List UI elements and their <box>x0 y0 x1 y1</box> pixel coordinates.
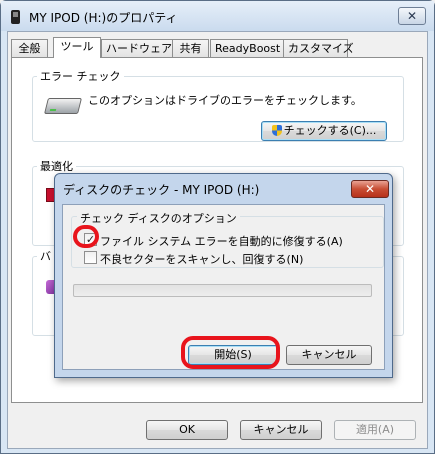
error-check-title: エラー チェック <box>37 68 124 84</box>
title-bar[interactable]: MY IPOD (H:)のプロパティ ✕ <box>1 1 434 31</box>
tab-general[interactable]: 全般 <box>11 39 48 57</box>
check-disk-dialog: ディスクのチェック - MY IPOD (H:) ✕ チェック ディスクのオプシ… <box>54 173 393 378</box>
drive-icon <box>44 98 82 114</box>
ok-button[interactable]: OK <box>146 420 228 440</box>
options-group-title: チェック ディスクのオプション <box>77 210 240 226</box>
cancel-button[interactable]: キャンセル <box>240 420 322 440</box>
tab-hardware[interactable]: ハードウェア <box>101 39 174 57</box>
scan-sectors-checkbox[interactable] <box>84 251 97 264</box>
error-check-description: このオプションはドライブのエラーをチェックします。 <box>88 94 362 107</box>
start-button[interactable]: 開始(S) <box>188 345 278 365</box>
auto-fix-label[interactable]: ファイル システム エラーを自動的に修復する(A) <box>100 233 343 249</box>
auto-fix-checkbox[interactable]: ✓ <box>84 233 97 246</box>
dialog-cancel-button[interactable]: キャンセル <box>286 345 372 365</box>
close-button[interactable]: ✕ <box>398 7 426 25</box>
uac-shield-icon <box>271 125 282 136</box>
dialog-close-button[interactable]: ✕ <box>351 180 389 198</box>
tab-readyboost[interactable]: ReadyBoost <box>210 39 284 57</box>
ipod-icon <box>11 10 20 24</box>
backup-title: バ <box>37 248 54 264</box>
check-now-label: チェックする(C)... <box>283 124 377 137</box>
check-progress-bar <box>73 284 372 297</box>
apply-button[interactable]: 適用(A) <box>334 420 416 440</box>
tab-sharing[interactable]: 共有 <box>172 39 209 57</box>
tab-customize[interactable]: カスタマイズ <box>283 39 354 57</box>
check-now-button[interactable]: チェックする(C)... <box>261 121 387 141</box>
window-title: MY IPOD (H:)のプロパティ <box>29 11 178 25</box>
tab-tools[interactable]: ツール <box>53 37 101 58</box>
defrag-title: 最適化 <box>37 158 76 174</box>
scan-sectors-label[interactable]: 不良セクターをスキャンし、回復する(N) <box>100 251 303 267</box>
dialog-title: ディスクのチェック - MY IPOD (H:) <box>63 183 260 197</box>
